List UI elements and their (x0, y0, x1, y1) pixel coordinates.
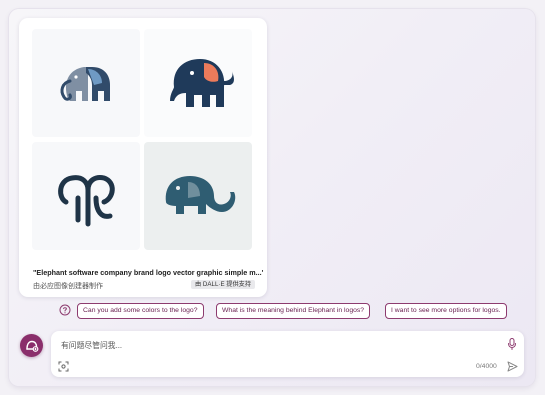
generated-image-3[interactable] (32, 142, 140, 250)
new-topic-button[interactable] (20, 334, 43, 357)
made-by-label: 由必应图像创建器制作 (33, 283, 103, 290)
send-icon[interactable] (507, 361, 518, 372)
visual-search-icon[interactable] (58, 361, 69, 372)
chat-composer: 0/4000 (51, 331, 524, 377)
generated-image-1[interactable] (32, 29, 140, 137)
elephant-logo-outline-icon (58, 175, 115, 227)
new-topic-broom-icon (26, 340, 39, 352)
image-prompt-caption: "Elephant software company brand logo ve… (33, 268, 263, 277)
generated-image-4[interactable] (144, 142, 252, 250)
question-help-icon[interactable] (59, 304, 71, 316)
generated-image-2[interactable] (144, 29, 252, 137)
chat-window: "Elephant software company brand logo ve… (9, 9, 535, 386)
chat-input[interactable] (59, 337, 483, 353)
powered-by-dalle-badge[interactable]: 由 DALL·E 提供支持 (191, 280, 256, 289)
elephant-logo-teal-icon (165, 176, 236, 214)
microphone-icon[interactable] (507, 338, 517, 350)
suggestion-chip[interactable]: Can you add some colors to the logo? (77, 303, 204, 319)
character-counter: 0/4000 (476, 363, 497, 370)
image-result-card: "Elephant software company brand logo ve… (19, 18, 267, 297)
suggestion-chip[interactable]: What is the meaning behind Elephant in l… (216, 303, 371, 319)
suggestion-chip[interactable]: I want to see more options for logos. (385, 303, 507, 319)
elephant-logo-navy-orange-icon (170, 59, 234, 107)
elephant-logo-blue-grey-icon (60, 67, 110, 101)
